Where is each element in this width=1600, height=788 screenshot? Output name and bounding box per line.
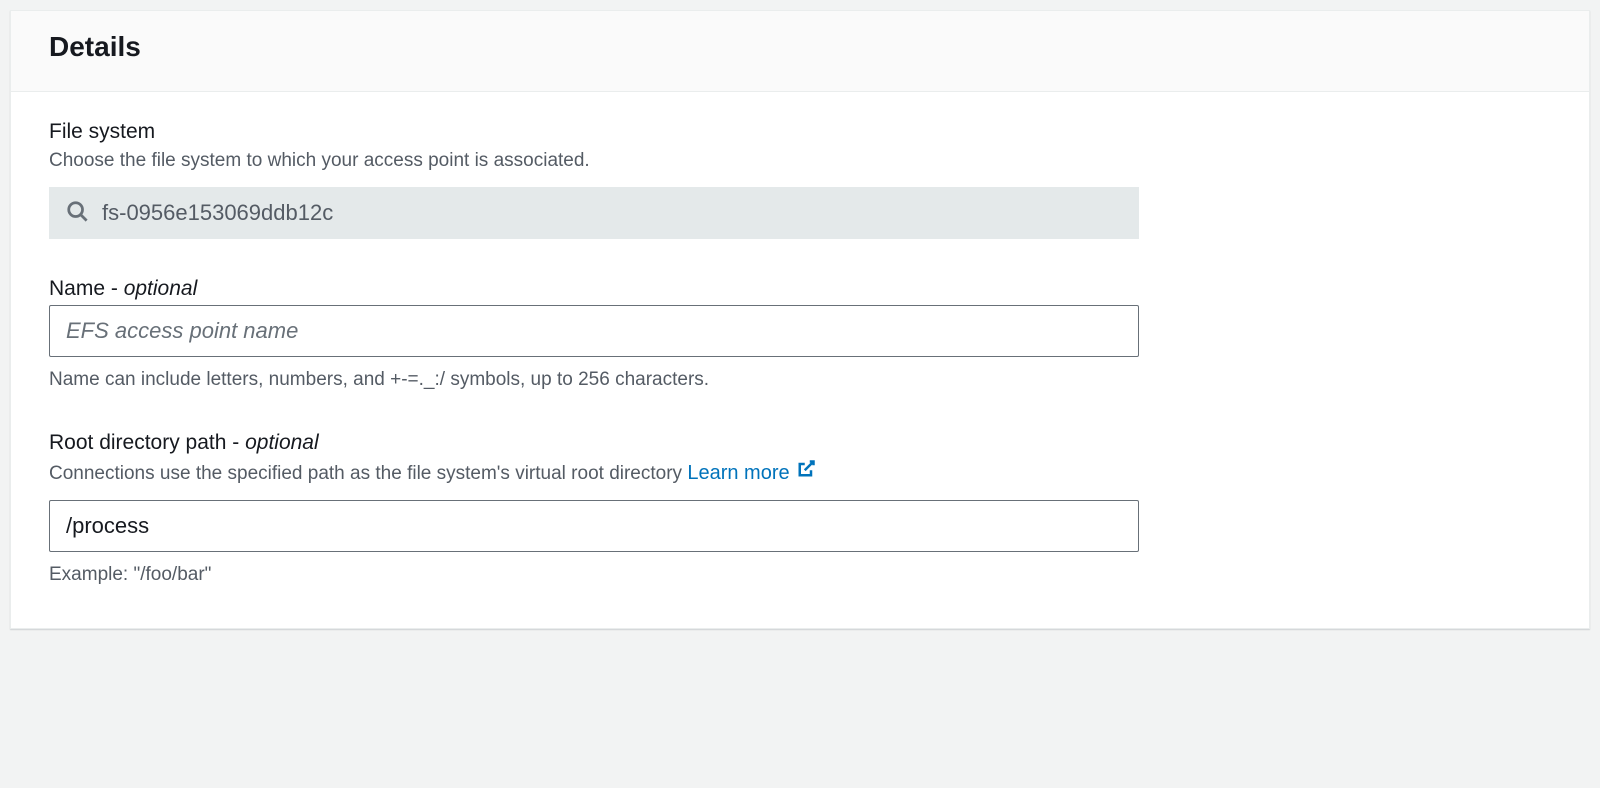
root-path-optional-tag: optional bbox=[245, 431, 319, 454]
panel-header: Details bbox=[11, 11, 1589, 92]
name-help: Name can include letters, numbers, and +… bbox=[49, 367, 1551, 394]
file-system-label: File system bbox=[49, 120, 1551, 144]
root-path-help: Example: "/foo/bar" bbox=[49, 562, 1551, 589]
name-label: Name - optional bbox=[49, 277, 1551, 301]
file-system-description: Choose the file system to which your acc… bbox=[49, 148, 1551, 175]
file-system-value: fs-0956e153069ddb12c bbox=[102, 200, 333, 226]
root-path-label: Root directory path - optional bbox=[49, 431, 1551, 455]
name-label-text: Name - bbox=[49, 277, 124, 300]
details-panel: Details File system Choose the file syst… bbox=[10, 10, 1590, 629]
panel-body: File system Choose the file system to wh… bbox=[11, 92, 1589, 628]
name-input[interactable] bbox=[49, 305, 1139, 357]
learn-more-link[interactable]: Learn more bbox=[687, 459, 815, 487]
root-path-field-group: Root directory path - optional Connectio… bbox=[49, 431, 1551, 588]
name-field-group: Name - optional Name can include letters… bbox=[49, 277, 1551, 394]
learn-more-text: Learn more bbox=[687, 459, 789, 487]
root-path-input[interactable] bbox=[49, 500, 1139, 552]
root-path-label-text: Root directory path - bbox=[49, 431, 245, 454]
file-system-field-group: File system Choose the file system to wh… bbox=[49, 120, 1551, 239]
name-optional-tag: optional bbox=[124, 277, 198, 300]
file-system-selector[interactable]: fs-0956e153069ddb12c bbox=[49, 187, 1139, 239]
root-path-description-text: Connections use the specified path as th… bbox=[49, 463, 687, 484]
search-icon bbox=[66, 200, 88, 225]
root-path-description: Connections use the specified path as th… bbox=[49, 459, 1551, 488]
panel-title: Details bbox=[49, 31, 1551, 63]
external-link-icon bbox=[796, 459, 816, 487]
